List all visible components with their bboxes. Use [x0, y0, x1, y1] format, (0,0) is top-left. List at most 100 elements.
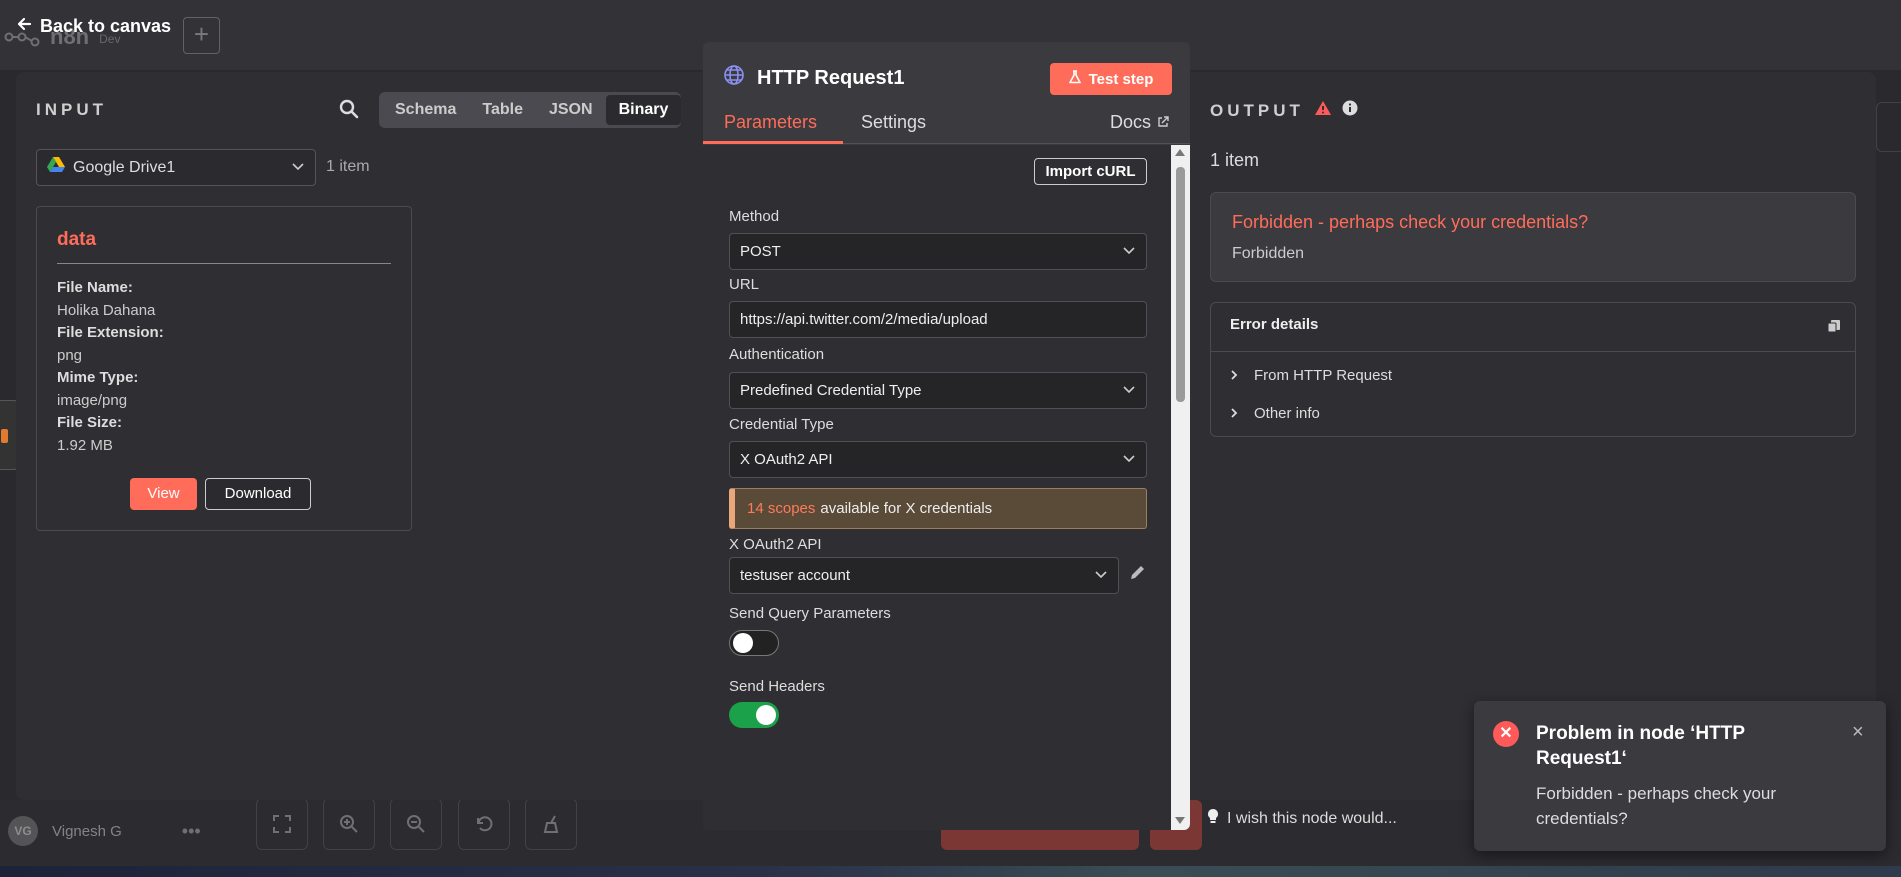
- file-name-value: Holika Dahana: [57, 302, 156, 319]
- method-select[interactable]: POST: [729, 233, 1147, 270]
- input-view-switcher: Schema Table JSON Binary: [379, 92, 682, 128]
- external-link-icon: [1157, 112, 1169, 133]
- scroll-up-arrow-icon[interactable]: [1175, 149, 1185, 156]
- divider: [57, 263, 391, 264]
- other-info-label: Other info: [1254, 405, 1320, 422]
- view-tab-json[interactable]: JSON: [536, 95, 606, 125]
- tidy-up-button[interactable]: [525, 798, 577, 850]
- scroll-down-arrow-icon[interactable]: [1175, 817, 1185, 824]
- method-label: Method: [729, 208, 780, 225]
- error-details-title: Error details: [1230, 316, 1319, 333]
- error-details-row[interactable]: Other info: [1230, 405, 1320, 422]
- error-subtitle: Forbidden: [1232, 245, 1305, 262]
- add-node-button[interactable]: +: [183, 17, 220, 54]
- scopes-notice-text: available for X credentials: [820, 500, 993, 517]
- authentication-label: Authentication: [729, 346, 825, 363]
- input-item-count: 1 item: [326, 158, 370, 175]
- test-step-label: Test step: [1088, 70, 1154, 88]
- arrow-left-icon: [16, 16, 32, 37]
- authentication-select[interactable]: Predefined Credential Type: [729, 372, 1147, 409]
- chevron-down-icon: [1122, 451, 1136, 468]
- error-toast: ✕ Problem in node ‘HTTP Request1‘ Forbid…: [1474, 701, 1886, 851]
- authentication-value: Predefined Credential Type: [740, 382, 922, 399]
- chevron-right-icon: [1230, 368, 1238, 384]
- zoom-in-button[interactable]: [323, 798, 375, 850]
- google-drive-icon: [47, 157, 65, 178]
- url-value: https://api.twitter.com/2/media/upload: [740, 311, 988, 328]
- user-name: Vignesh G: [52, 822, 122, 840]
- search-icon[interactable]: [339, 99, 359, 124]
- binary-property-title: data: [57, 229, 97, 250]
- error-details-row[interactable]: From HTTP Request: [1230, 367, 1392, 384]
- view-tab-binary[interactable]: Binary: [605, 95, 682, 125]
- url-input[interactable]: https://api.twitter.com/2/media/upload: [729, 301, 1147, 338]
- credential-label: X OAuth2 API: [729, 536, 822, 553]
- tab-settings[interactable]: Settings: [861, 112, 926, 133]
- edit-credential-icon[interactable]: [1128, 564, 1146, 587]
- feedback-link[interactable]: I wish this node would...: [1207, 808, 1397, 829]
- reset-zoom-button[interactable]: [458, 798, 510, 850]
- parameters-body: Import cURL Method POST URL https://api.…: [703, 145, 1171, 830]
- chevron-down-icon: [1094, 567, 1108, 584]
- copy-icon[interactable]: [1827, 319, 1841, 338]
- node-title: HTTP Request1: [723, 64, 904, 92]
- file-extension-value: png: [57, 347, 83, 364]
- globe-icon: [723, 64, 745, 92]
- warning-icon: [1314, 100, 1332, 121]
- mime-type-label: Mime Type:: [57, 369, 139, 386]
- flask-icon: [1068, 70, 1081, 88]
- credential-type-label: Credential Type: [729, 416, 834, 433]
- node-indicator-icon: [1, 429, 8, 443]
- input-node-select[interactable]: Google Drive1: [36, 149, 316, 186]
- broom-icon: [543, 815, 559, 833]
- credential-select[interactable]: testuser account: [729, 557, 1119, 594]
- error-card: Forbidden - perhaps check your credentia…: [1210, 192, 1856, 282]
- scopes-link[interactable]: 14 scopes: [747, 500, 815, 517]
- feedback-text: I wish this node would...: [1227, 809, 1397, 827]
- chevron-down-icon: [1122, 243, 1136, 260]
- more-options-icon[interactable]: •••: [182, 821, 201, 842]
- error-details-header: Error details: [1211, 303, 1855, 352]
- credential-value: testuser account: [740, 567, 851, 584]
- parameters-scrollbar[interactable]: [1171, 145, 1190, 830]
- view-tab-schema[interactable]: Schema: [382, 95, 469, 125]
- output-item-count: 1 item: [1210, 150, 1260, 170]
- file-extension-label: File Extension:: [57, 324, 164, 341]
- tab-parameters[interactable]: Parameters: [724, 112, 817, 133]
- send-headers-toggle[interactable]: [729, 702, 779, 728]
- avatar: VG: [8, 816, 38, 846]
- toast-message: Forbidden - perhaps check your credentia…: [1536, 784, 1777, 828]
- info-icon[interactable]: [1342, 100, 1358, 121]
- node-name[interactable]: HTTP Request1: [757, 67, 904, 90]
- user-menu[interactable]: VG Vignesh G •••: [8, 816, 201, 846]
- node-settings-header: HTTP Request1 Test step Parameters Setti…: [703, 42, 1190, 144]
- fit-view-button[interactable]: [256, 798, 308, 850]
- credential-type-value: X OAuth2 API: [740, 451, 833, 468]
- download-button[interactable]: Download: [205, 478, 311, 510]
- close-icon[interactable]: ×: [1852, 721, 1864, 744]
- taskbar-strip: [0, 866, 1901, 877]
- test-step-button[interactable]: Test step: [1050, 63, 1172, 95]
- canvas-side-button[interactable]: [1876, 102, 1901, 152]
- credential-type-select[interactable]: X OAuth2 API: [729, 441, 1147, 478]
- toggle-knob: [756, 705, 776, 725]
- input-panel-title: INPUT: [36, 100, 107, 119]
- docs-link[interactable]: Docs: [1110, 112, 1169, 133]
- node-settings-panel: HTTP Request1 Test step Parameters Setti…: [703, 42, 1190, 830]
- output-panel-title: OUTPUT: [1210, 100, 1358, 121]
- zoom-out-button[interactable]: [390, 798, 442, 850]
- file-name-label: File Name:: [57, 279, 133, 296]
- mime-type-value: image/png: [57, 392, 128, 409]
- error-icon: ✕: [1493, 721, 1519, 747]
- lightbulb-icon: [1207, 808, 1219, 829]
- chevron-right-icon: [1230, 406, 1238, 422]
- import-curl-button[interactable]: Import cURL: [1034, 158, 1147, 185]
- send-query-toggle[interactable]: [729, 630, 779, 656]
- zoom-in-icon: [340, 815, 358, 833]
- file-size-value: 1.92 MB: [57, 437, 113, 454]
- view-button[interactable]: View: [130, 478, 197, 510]
- active-tab-indicator: [703, 141, 843, 144]
- scrollbar-thumb[interactable]: [1176, 167, 1185, 402]
- back-to-canvas-link[interactable]: Back to canvas: [16, 16, 171, 37]
- view-tab-table[interactable]: Table: [469, 95, 536, 125]
